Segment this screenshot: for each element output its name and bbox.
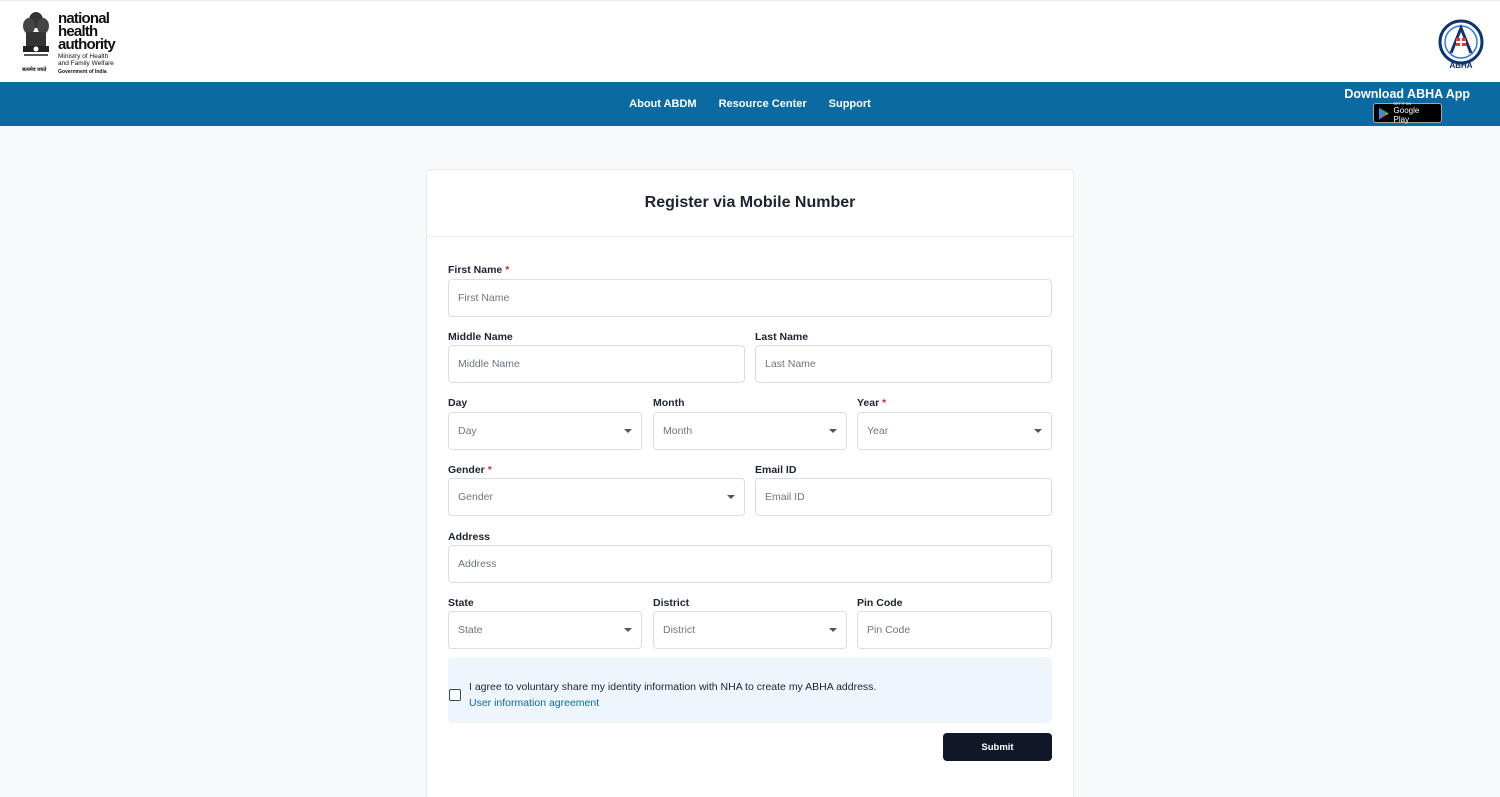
main-navbar: About ABDM Resource Center Support Downl… [0,82,1500,126]
middle-name-input[interactable] [448,345,745,383]
day-select-value: Day [458,425,477,437]
chevron-down-icon [1034,429,1042,433]
page-title: Register via Mobile Number [644,194,856,211]
user-agreement-link[interactable]: User information agreement [469,697,599,709]
nha-title-line-3: authority [58,36,116,53]
google-play-button[interactable]: GET IT ON Google Play [1372,102,1442,124]
nav-resource-center[interactable]: Resource Center [719,98,807,110]
chevron-down-icon [727,495,735,499]
nha-motto: सत्यमेव जयते [22,67,47,73]
google-play-icon [1378,107,1389,119]
first-name-label: First Name * [448,264,509,276]
chevron-down-icon [829,628,837,632]
email-label: Email ID [755,464,797,476]
nha-government: Government of India [58,69,107,75]
chevron-down-icon [624,429,632,433]
first-name-label-text: First Name [448,264,503,276]
district-select-value: District [663,624,696,636]
pincode-label: Pin Code [857,597,903,609]
required-mark: * [505,264,510,276]
abha-label: ABHA [1449,61,1473,70]
pincode-input[interactable] [857,611,1052,649]
nha-ministry: Ministry of Health and Family Welfare [58,53,114,67]
required-mark: * [487,464,492,476]
last-name-input[interactable] [755,345,1052,383]
chevron-down-icon [624,628,632,632]
last-name-label: Last Name [755,331,809,343]
month-label: Month [653,397,685,409]
email-input[interactable] [755,478,1052,516]
consent-checkbox[interactable] [449,689,461,701]
address-input[interactable] [448,545,1052,583]
year-label: Year * [857,397,886,409]
gender-select[interactable]: Gender [448,478,745,516]
card-header: Register via Mobile Number [427,170,1073,237]
submit-button[interactable]: Submit [943,733,1052,761]
first-name-input[interactable] [448,279,1052,317]
download-app: Download ABHA App GET IT ON Google Play [1344,87,1470,125]
year-select[interactable]: Year [857,412,1052,450]
chevron-down-icon [829,429,837,433]
gender-label: Gender * [448,464,492,476]
month-select-value: Month [663,425,693,437]
consent-text: I agree to voluntary share my identity i… [469,681,877,693]
top-header: national health authority Ministry of He… [0,0,1500,82]
consent-box: I agree to voluntary share my identity i… [448,657,1052,723]
month-select[interactable]: Month [653,412,847,450]
state-select-value: State [458,624,483,636]
national-emblem-icon [23,12,49,56]
day-label: Day [448,397,468,409]
state-select[interactable]: State [448,611,642,649]
required-mark: * [882,397,887,409]
year-select-value: Year [867,425,889,437]
year-label-text: Year [857,397,880,409]
nav-support[interactable]: Support [829,98,871,110]
gender-label-text: Gender [448,464,485,476]
address-label: Address [448,531,491,543]
district-label: District [653,597,690,609]
middle-name-label: Middle Name [448,331,513,343]
nav-about-abdm[interactable]: About ABDM [629,98,696,110]
district-select[interactable]: District [653,611,847,649]
day-select[interactable]: Day [448,412,642,450]
gender-select-value: Gender [458,491,494,503]
state-label: State [448,597,474,609]
google-play-big-text: Google Play [1393,106,1420,124]
download-app-text: Download ABHA App [1344,87,1470,101]
nav-links: About ABDM Resource Center Support [0,82,1500,126]
